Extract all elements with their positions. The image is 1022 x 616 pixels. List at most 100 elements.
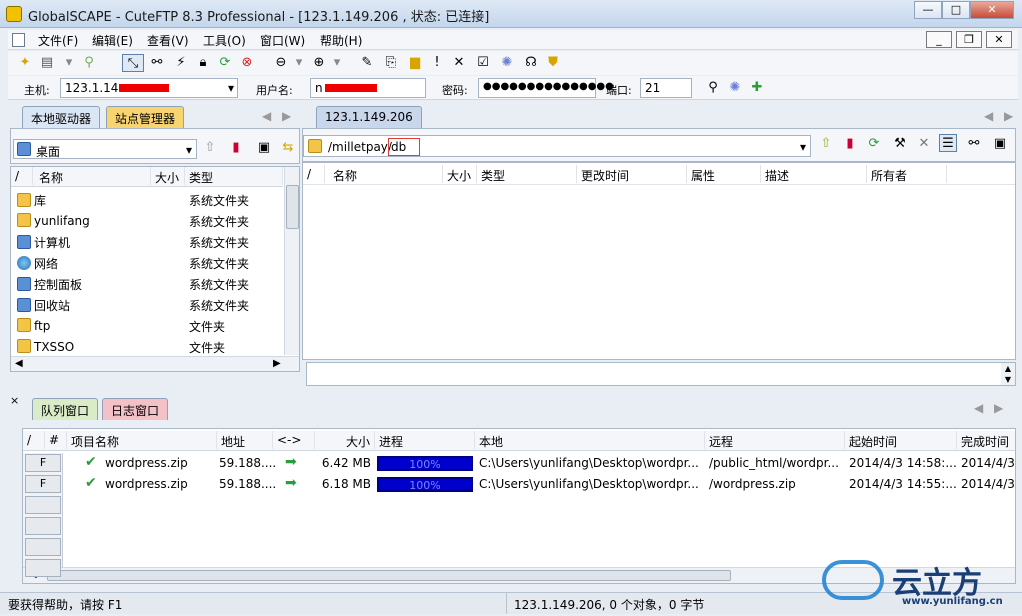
disconnect-icon[interactable]: ⚯ — [148, 54, 166, 72]
tab-log-window[interactable]: 日志窗口 — [102, 398, 169, 420]
settings-icon[interactable]: ✺ — [498, 54, 516, 72]
menu-view[interactable]: 查看(V) — [147, 32, 189, 49]
properties-icon[interactable]: ☑ — [474, 54, 492, 72]
list-item[interactable]: ftp 文件夹 — [11, 315, 283, 335]
list-item[interactable]: 库 系统文件夹 — [11, 189, 283, 209]
list-item[interactable]: 回收站 系统文件夹 — [11, 294, 283, 314]
mdi-minimize-button[interactable]: _ — [926, 31, 952, 48]
up-folder-icon[interactable]: ⇧ — [817, 135, 835, 153]
list-item[interactable]: TXSSO 文件夹 — [11, 336, 283, 356]
col-description[interactable]: 描述 — [761, 165, 867, 183]
bookmark-icon[interactable]: ▮ — [841, 135, 859, 153]
download-dropdown-icon[interactable]: ▾ — [290, 54, 308, 72]
scroll-left-icon[interactable]: ◀ — [984, 109, 993, 123]
menu-help[interactable]: 帮助(H) — [320, 32, 362, 49]
local-vertical-scrollbar[interactable] — [284, 167, 299, 355]
refresh-icon[interactable]: ⟳ — [865, 135, 883, 153]
col-local[interactable]: 本地 — [475, 431, 705, 449]
col-type[interactable]: 类型 — [477, 165, 577, 183]
col-number[interactable]: # — [45, 431, 67, 449]
col-end-time[interactable]: 完成时间 — [957, 431, 1015, 449]
col-size[interactable]: 大小 — [315, 431, 375, 449]
upload-icon[interactable]: ⊕ — [310, 54, 328, 72]
scroll-thumb[interactable] — [47, 570, 731, 581]
col-sort[interactable]: / — [303, 165, 325, 183]
col-progress[interactable]: 进程 — [375, 431, 475, 449]
edit-icon[interactable]: ✎ — [358, 54, 376, 72]
col-name[interactable]: 名称 — [325, 165, 443, 183]
col-sort[interactable]: / — [11, 167, 33, 185]
col-remote[interactable]: 远程 — [705, 431, 845, 449]
scroll-left-arrow-icon[interactable]: ◀ — [15, 358, 23, 369]
scroll-left-icon[interactable]: ◀ — [262, 109, 271, 123]
local-horizontal-scrollbar[interactable]: ◀ ▶ — [11, 356, 299, 371]
row-flag[interactable]: F — [25, 475, 61, 493]
col-item-name[interactable]: 项目名称 — [67, 431, 217, 449]
settings-icon[interactable]: ✺ — [726, 79, 744, 97]
headset-icon[interactable]: ☊ — [522, 54, 540, 72]
col-sort[interactable]: / — [23, 431, 45, 449]
user-field[interactable]: n — [310, 78, 426, 98]
refresh-icon[interactable]: ⟳ — [216, 54, 234, 72]
scroll-right-icon[interactable]: ▶ — [1004, 109, 1013, 123]
folder-icon[interactable]: ▆ — [406, 54, 424, 72]
filter-icon[interactable]: ▣ — [255, 139, 273, 157]
row-flag[interactable]: F — [25, 454, 61, 472]
wizard-icon[interactable]: ✦ — [16, 54, 34, 72]
new-site-icon[interactable]: ▤ — [38, 54, 56, 72]
stop-icon[interactable]: ⚡ — [172, 54, 190, 72]
log-scroll-buttons[interactable]: ▲ ▼ — [1001, 363, 1015, 385]
col-start-time[interactable]: 起始时间 — [845, 431, 957, 449]
close-button[interactable]: ✕ — [970, 1, 1014, 19]
list-item[interactable]: 计算机 系统文件夹 — [11, 231, 283, 251]
scroll-left-icon[interactable]: ◀ — [974, 401, 983, 415]
sync-icon[interactable]: ⇆ — [279, 139, 297, 157]
quick-connect-icon[interactable]: ⤡ — [122, 54, 144, 72]
col-attributes[interactable]: 属性 — [687, 165, 761, 183]
shield-icon[interactable]: ⛊ — [544, 54, 562, 72]
mdi-close-button[interactable]: ✕ — [986, 31, 1012, 48]
bookmark-icon[interactable]: ▮ — [227, 139, 245, 157]
list-item[interactable]: 控制面板 系统文件夹 — [11, 273, 283, 293]
list-item[interactable]: 网络 系统文件夹 — [11, 252, 283, 272]
chevron-down-icon[interactable]: ▾ — [800, 140, 806, 154]
tab-local-drives[interactable]: 本地驱动器 — [22, 106, 101, 128]
menu-window[interactable]: 窗口(W) — [260, 32, 305, 49]
delete-icon[interactable]: ✕ — [915, 135, 933, 153]
scroll-right-arrow-icon[interactable]: ▶ — [273, 358, 281, 369]
col-size[interactable]: 大小 — [151, 167, 185, 185]
disconnect-icon[interactable]: ⚯ — [965, 135, 983, 153]
copy-icon[interactable]: ⎘ — [382, 54, 400, 72]
connect-icon[interactable]: ⚲ — [80, 54, 98, 72]
lock-icon[interactable]: 🔒︎ — [194, 54, 212, 72]
col-address[interactable]: 地址 — [217, 431, 273, 449]
chmod-icon[interactable]: ! — [428, 54, 446, 72]
host-field[interactable]: 123.1.14 ▾ — [60, 78, 238, 98]
col-modified[interactable]: 更改时间 — [577, 165, 687, 183]
col-type[interactable]: 类型 — [185, 167, 283, 185]
tab-queue-window[interactable]: 队列窗口 — [32, 398, 99, 420]
host-dropdown-icon[interactable]: ▾ — [228, 81, 234, 95]
menu-edit[interactable]: 编辑(E) — [92, 32, 133, 49]
abort-icon[interactable]: ⊗ — [238, 54, 256, 72]
view-toggle-icon[interactable]: ☰ — [939, 134, 957, 152]
col-size[interactable]: 大小 — [443, 165, 477, 183]
menu-file[interactable]: 文件(F) — [38, 32, 78, 49]
local-location-dropdown[interactable]: 桌面 ▾ — [13, 139, 197, 159]
col-owner[interactable]: 所有者 — [867, 165, 947, 183]
scroll-right-icon[interactable]: ▶ — [282, 109, 291, 123]
upload-dropdown-icon[interactable]: ▾ — [328, 54, 346, 72]
scroll-thumb[interactable] — [286, 185, 299, 229]
filter-icon[interactable]: ▣ — [991, 135, 1009, 153]
col-direction[interactable]: <-> — [273, 431, 315, 449]
list-item[interactable]: yunlifang 系统文件夹 — [11, 210, 283, 230]
close-pane-icon[interactable]: × — [10, 394, 19, 407]
col-name[interactable]: 名称 — [33, 167, 151, 185]
up-folder-icon[interactable]: ⇧ — [201, 139, 219, 157]
password-field[interactable]: ●●●●●●●●●●●●●●● — [478, 78, 614, 98]
tab-remote-server[interactable]: 123.1.149.206 — [316, 106, 422, 128]
chevron-down-icon[interactable]: ▾ — [186, 143, 192, 157]
dropdown-icon[interactable]: ▾ — [60, 54, 78, 72]
maximize-button[interactable]: □ — [942, 1, 970, 19]
port-field[interactable]: 21 — [640, 78, 692, 98]
